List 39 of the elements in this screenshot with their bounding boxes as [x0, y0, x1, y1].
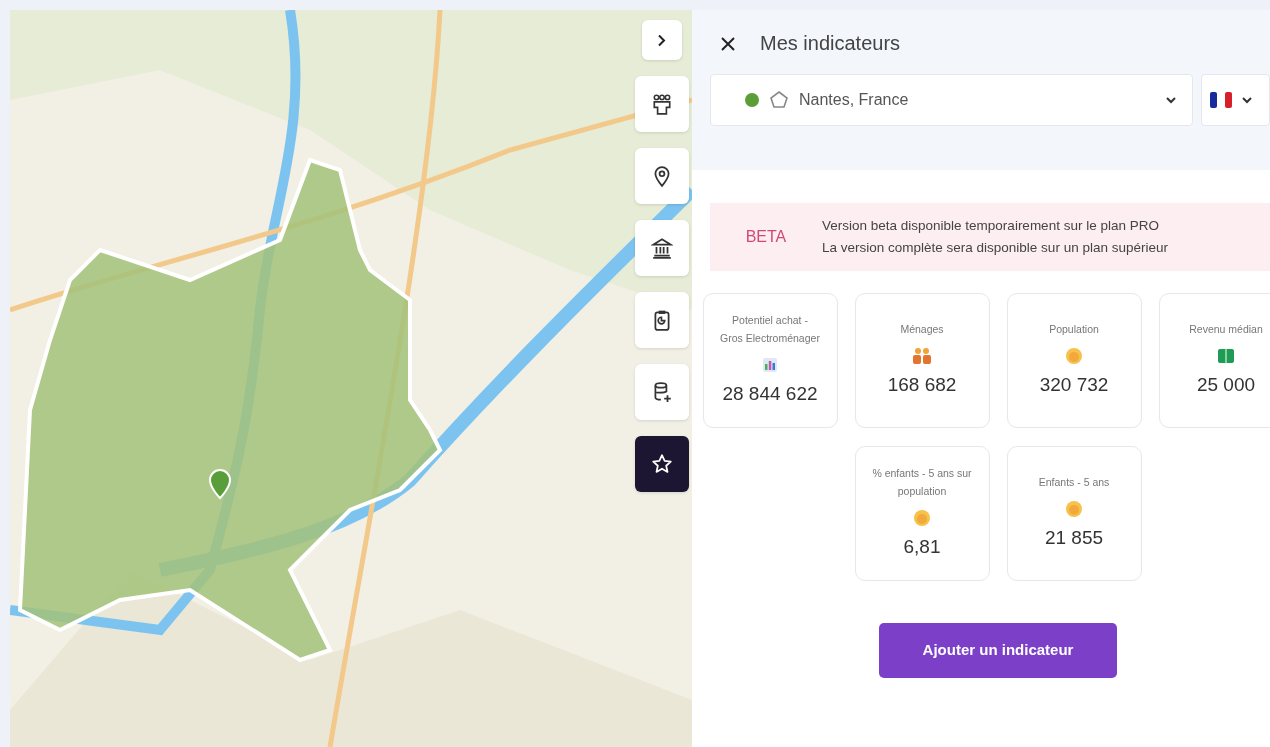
panel-title: Mes indicateurs — [760, 31, 901, 56]
indicator-value: 25 000 — [1196, 373, 1256, 398]
indicator-value: 168 682 — [887, 373, 957, 398]
location-tool-button[interactable] — [635, 148, 689, 204]
location-select[interactable]: Nantes, France — [710, 74, 1194, 126]
polygon-icon — [769, 90, 789, 110]
bank-icon — [651, 237, 673, 259]
bar-chart-icon — [762, 356, 778, 373]
flag-icon — [1210, 92, 1233, 108]
beta-message: La version complète sera disponible sur un plan supérieur — [822, 239, 1168, 257]
institution-tool-button[interactable] — [635, 220, 689, 276]
data-tool-button[interactable] — [635, 364, 689, 420]
indicator-value: 21 855 — [1044, 526, 1104, 551]
person-icon — [1065, 346, 1083, 365]
indicator-label: Enfants - 5 ans — [1038, 475, 1110, 491]
people-icon — [651, 93, 673, 115]
favorites-tool-button[interactable] — [635, 436, 689, 492]
demographics-tool-button[interactable] — [635, 76, 689, 132]
indicator-value: 6,81 — [903, 535, 941, 560]
indicator-label: % enfants - 5 ans sur population — [872, 466, 972, 500]
indicator-label: Ménages — [900, 322, 944, 338]
star-icon — [651, 453, 673, 475]
banknote-icon — [1217, 347, 1235, 364]
location-value: Nantes, France — [799, 90, 910, 110]
chevron-right-icon — [658, 33, 666, 47]
person-icon — [1065, 499, 1083, 518]
add-indicator-button[interactable]: Ajouter un indicateur — [879, 623, 1117, 678]
person-icon — [913, 508, 931, 527]
report-tool-button[interactable] — [635, 292, 689, 348]
indicator-label: Population — [1049, 322, 1099, 338]
beta-label: BETA — [744, 227, 788, 247]
language-select[interactable] — [1201, 74, 1270, 126]
indicator-label: Potentiel achat - Gros Electroménager — [720, 313, 820, 347]
people-icon — [912, 346, 932, 365]
beta-message: Version beta disponible temporairement sur le plan PRO — [822, 217, 1160, 236]
close-icon — [720, 36, 736, 53]
indicator-value: 28 844 622 — [722, 382, 818, 407]
indicator-label: Revenu médian — [1189, 322, 1263, 338]
indicator-value: 320 732 — [1039, 373, 1109, 398]
